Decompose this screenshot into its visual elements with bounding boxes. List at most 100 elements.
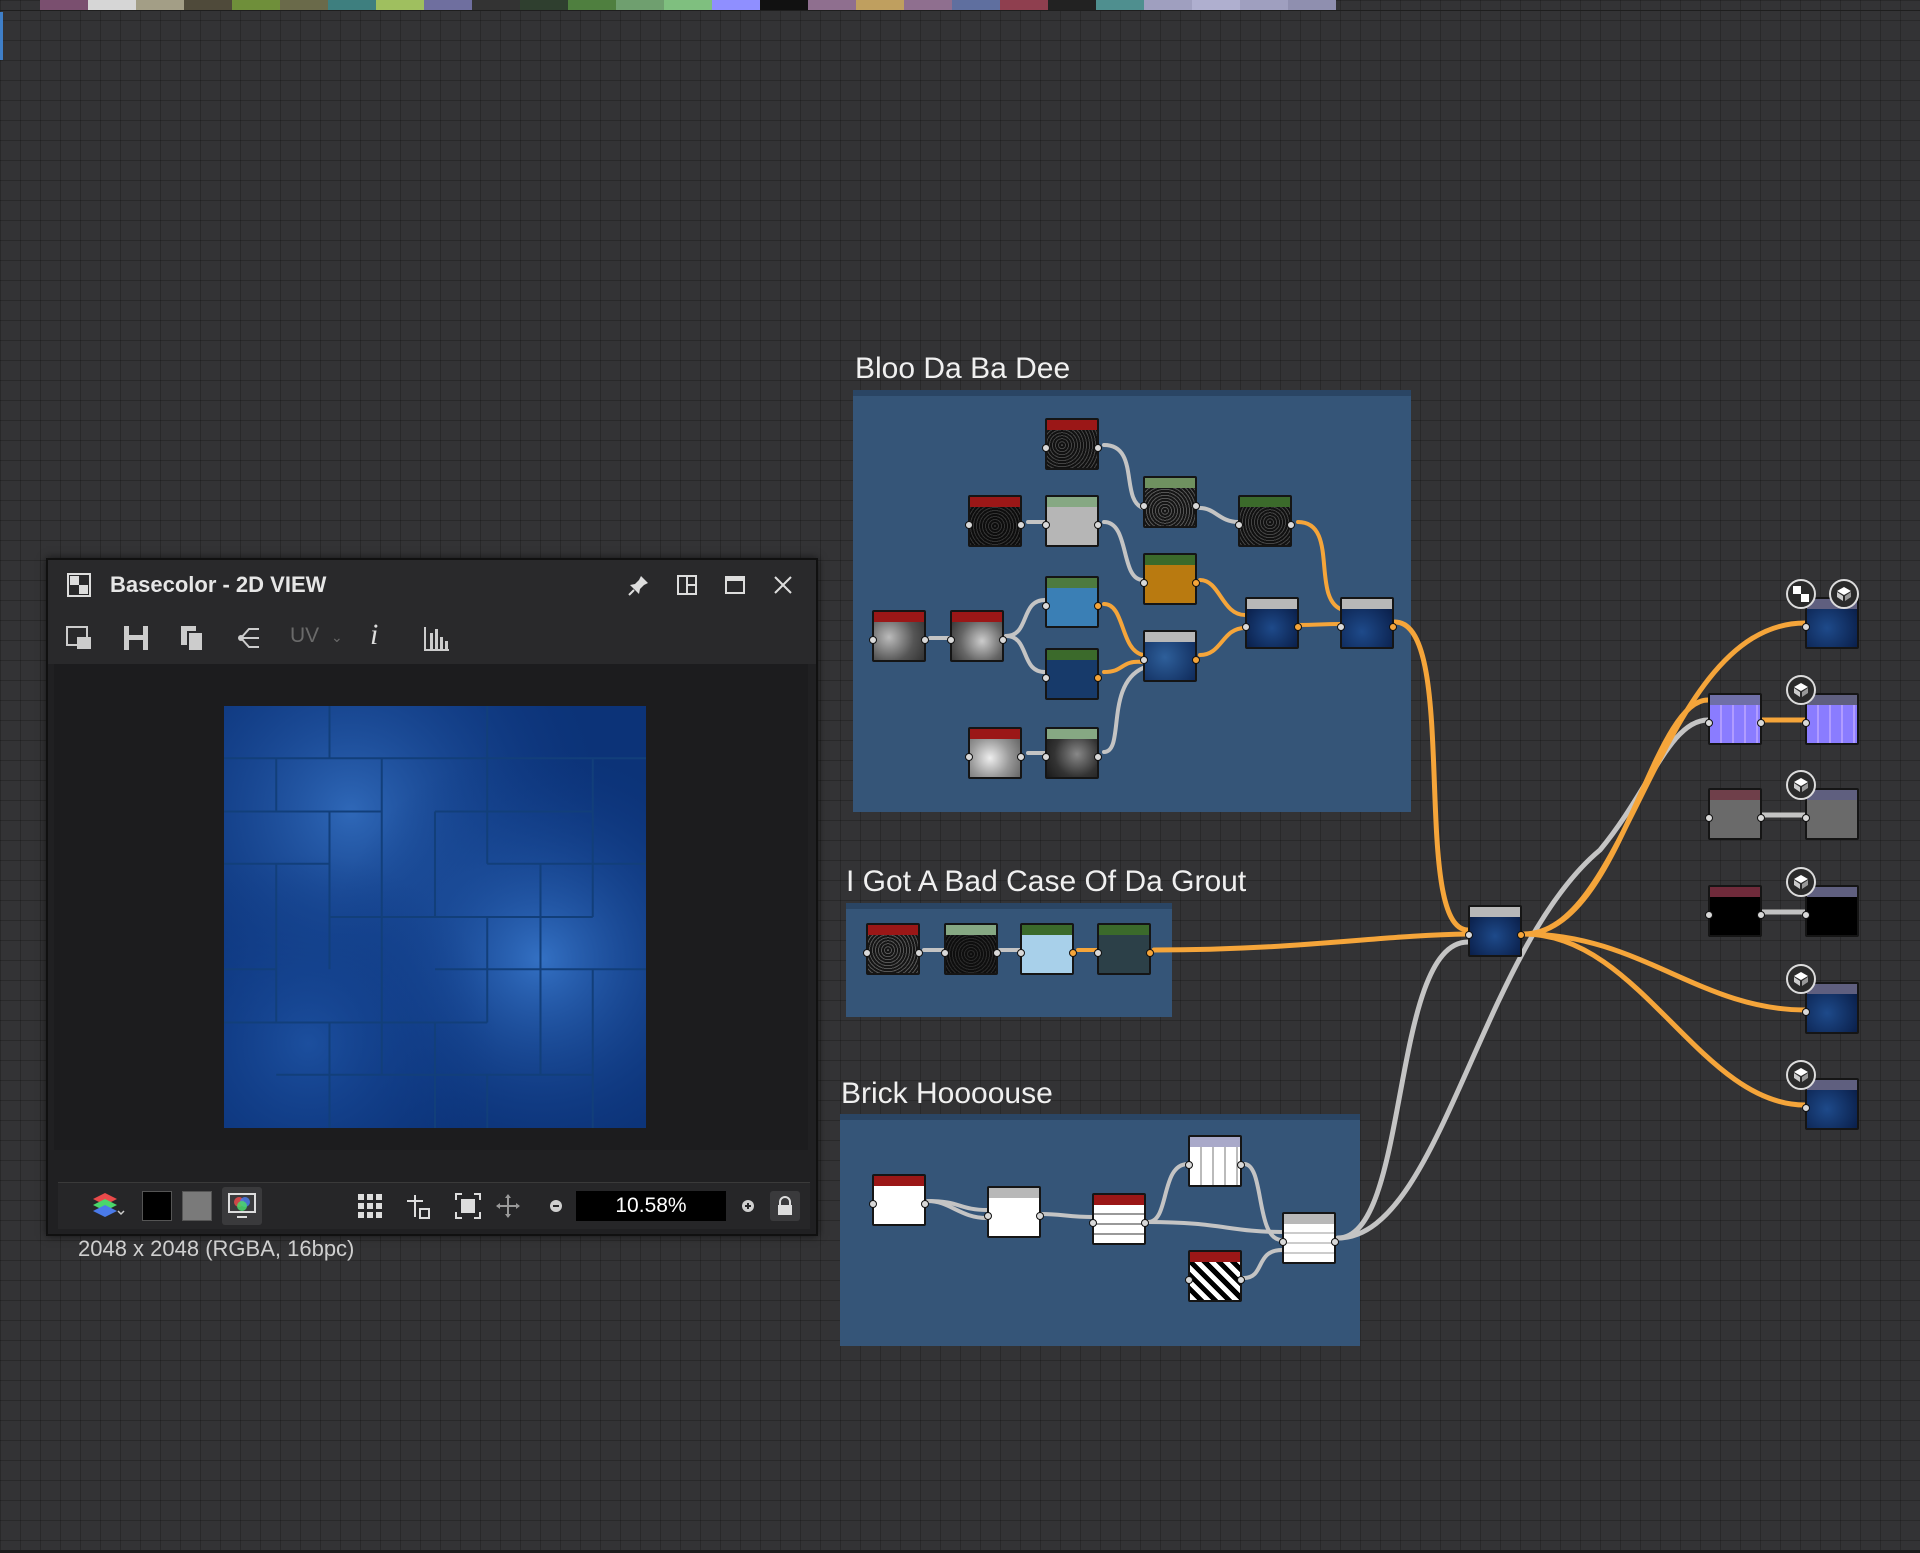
texture-viewport[interactable]: 2048 x 2048 (RGBA, 16bpc) bbox=[54, 664, 808, 1261]
output-port[interactable] bbox=[1757, 814, 1765, 822]
node-noise-c[interactable] bbox=[1235, 495, 1295, 547]
basecolor-2d-view-panel[interactable]: Basecolor - 2D VIEW UV ⌄ i 2048 x 2048 (… bbox=[46, 558, 818, 1261]
panel-titlebar[interactable]: Basecolor - 2D VIEW bbox=[48, 560, 816, 610]
output-port[interactable] bbox=[1146, 949, 1154, 957]
input-port[interactable] bbox=[1042, 602, 1050, 610]
output-port[interactable] bbox=[1294, 623, 1302, 631]
node-grout-dark[interactable] bbox=[941, 923, 1001, 975]
zoom-out-icon[interactable] bbox=[546, 1196, 566, 1216]
pin-icon[interactable] bbox=[626, 572, 652, 598]
lock-icon[interactable] bbox=[770, 1191, 800, 1221]
output-roughness[interactable] bbox=[1802, 788, 1859, 840]
output-port[interactable] bbox=[1331, 1238, 1339, 1246]
uv-transform-icon[interactable] bbox=[404, 1192, 432, 1220]
input-port[interactable] bbox=[1705, 814, 1713, 822]
cube-icon[interactable] bbox=[1786, 675, 1816, 705]
output-port[interactable] bbox=[1094, 444, 1102, 452]
node-blue-light[interactable] bbox=[1042, 576, 1102, 628]
output-port[interactable] bbox=[1237, 1161, 1245, 1169]
input-port[interactable] bbox=[1802, 911, 1810, 919]
zoom-input[interactable]: 10.58% bbox=[576, 1191, 726, 1221]
input-port[interactable] bbox=[1802, 719, 1810, 727]
output-port[interactable] bbox=[999, 636, 1007, 644]
node-gray-filter[interactable] bbox=[1042, 495, 1102, 547]
output-port[interactable] bbox=[1094, 521, 1102, 529]
node-clouds-d[interactable] bbox=[1042, 727, 1102, 779]
input-port[interactable] bbox=[863, 949, 871, 957]
node-grout-noise[interactable] bbox=[863, 923, 923, 975]
cube-icon[interactable] bbox=[1786, 867, 1816, 897]
input-port[interactable] bbox=[1042, 674, 1050, 682]
node-brick-white-b[interactable] bbox=[984, 1186, 1044, 1238]
output-port[interactable] bbox=[1094, 753, 1102, 761]
output-port[interactable] bbox=[1757, 719, 1765, 727]
node-clouds-c[interactable] bbox=[965, 727, 1025, 779]
input-port[interactable] bbox=[984, 1212, 992, 1220]
input-port[interactable] bbox=[1089, 1219, 1097, 1227]
input-port[interactable] bbox=[1802, 1008, 1810, 1016]
histogram-icon[interactable] bbox=[420, 622, 452, 654]
cube-icon[interactable] bbox=[1786, 1060, 1816, 1090]
output-port[interactable] bbox=[1517, 931, 1525, 939]
checker-icon[interactable] bbox=[1786, 579, 1816, 609]
input-port[interactable] bbox=[1140, 656, 1148, 664]
output-port[interactable] bbox=[1094, 674, 1102, 682]
output-normal[interactable] bbox=[1802, 693, 1859, 745]
output-port[interactable] bbox=[1069, 949, 1077, 957]
input-port[interactable] bbox=[1235, 521, 1243, 529]
node-blue-dark[interactable] bbox=[1042, 648, 1102, 700]
output-port[interactable] bbox=[993, 949, 1001, 957]
output-port[interactable] bbox=[1192, 656, 1200, 664]
node-clouds-a[interactable] bbox=[869, 610, 929, 662]
background-black-swatch[interactable] bbox=[142, 1191, 172, 1221]
output-port[interactable] bbox=[1094, 602, 1102, 610]
node-orange-fill[interactable] bbox=[1140, 553, 1200, 605]
input-port[interactable] bbox=[1802, 1104, 1810, 1112]
node-blend-blue-c[interactable] bbox=[1337, 597, 1397, 649]
input-port[interactable] bbox=[1465, 931, 1473, 939]
zoom-in-icon[interactable] bbox=[738, 1196, 758, 1216]
info-button[interactable]: i bbox=[370, 618, 378, 652]
node-grout-lightblue[interactable] bbox=[1017, 923, 1077, 975]
input-port[interactable] bbox=[1094, 949, 1102, 957]
copy-icon[interactable] bbox=[176, 622, 208, 654]
input-port[interactable] bbox=[1185, 1161, 1193, 1169]
node-brick-pattern[interactable] bbox=[1089, 1193, 1149, 1245]
node-brick-white[interactable] bbox=[869, 1174, 929, 1226]
close-icon[interactable] bbox=[770, 572, 796, 598]
input-port[interactable] bbox=[1279, 1238, 1287, 1246]
background-gray-swatch[interactable] bbox=[182, 1191, 212, 1221]
node-blend-blue-b[interactable] bbox=[1242, 597, 1302, 649]
input-port[interactable] bbox=[1042, 521, 1050, 529]
node-clouds-b[interactable] bbox=[947, 610, 1007, 662]
input-port[interactable] bbox=[869, 1200, 877, 1208]
node-brick-blend[interactable] bbox=[1279, 1212, 1339, 1264]
output-port[interactable] bbox=[1192, 502, 1200, 510]
output-port[interactable] bbox=[1141, 1219, 1149, 1227]
node-normal[interactable] bbox=[1705, 693, 1765, 745]
input-port[interactable] bbox=[869, 636, 877, 644]
node-noise-top[interactable] bbox=[1042, 418, 1102, 470]
output-port[interactable] bbox=[921, 1200, 929, 1208]
share-graph-icon[interactable] bbox=[232, 622, 264, 654]
pan-icon[interactable] bbox=[494, 1192, 522, 1220]
output-height[interactable] bbox=[1802, 982, 1859, 1034]
output-port[interactable] bbox=[1287, 521, 1295, 529]
input-port[interactable] bbox=[965, 521, 973, 529]
input-port[interactable] bbox=[941, 949, 949, 957]
output-port[interactable] bbox=[915, 949, 923, 957]
input-port[interactable] bbox=[1337, 623, 1345, 631]
output-port[interactable] bbox=[1017, 521, 1025, 529]
cube-icon[interactable] bbox=[1786, 964, 1816, 994]
input-port[interactable] bbox=[1705, 719, 1713, 727]
node-brick-stripes[interactable] bbox=[1185, 1250, 1245, 1302]
maximize-icon[interactable] bbox=[722, 572, 748, 598]
output-port[interactable] bbox=[1036, 1212, 1044, 1220]
input-port[interactable] bbox=[1042, 753, 1050, 761]
node-main-blend[interactable] bbox=[1465, 905, 1525, 957]
cube-icon[interactable] bbox=[1829, 579, 1859, 609]
layers-icon[interactable] bbox=[92, 1191, 126, 1221]
output-port[interactable] bbox=[1757, 911, 1765, 919]
layout-icon[interactable] bbox=[674, 572, 700, 598]
node-metallic[interactable] bbox=[1705, 885, 1765, 937]
